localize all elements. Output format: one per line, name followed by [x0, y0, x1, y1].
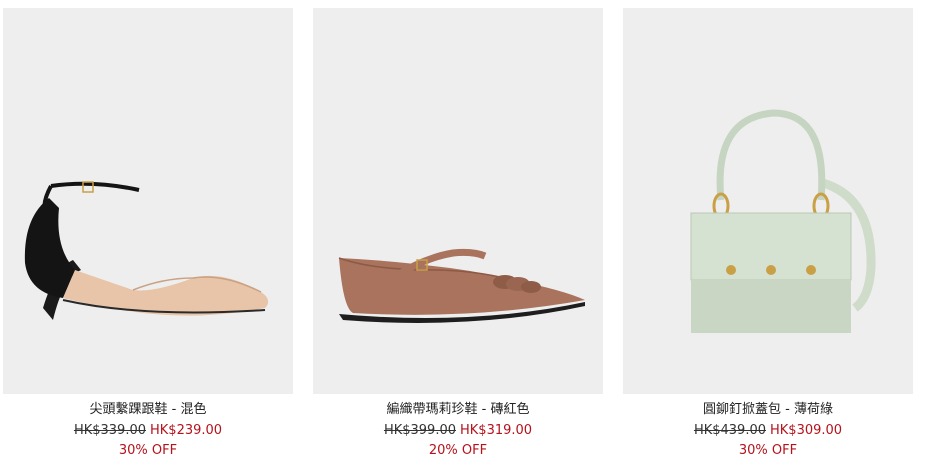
product-name[interactable]: 編織帶瑪莉珍鞋 - 磚紅色	[313, 400, 603, 421]
top-handle-bag-image	[690, 109, 876, 333]
product-card[interactable]: 編織帶瑪莉珍鞋 - 磚紅色 HK$399.00 HK$319.00 20% OFF	[313, 8, 603, 471]
sale-price: HK$319.00	[460, 422, 533, 438]
price-line: HK$399.00 HK$319.00	[313, 421, 603, 442]
ankle-strap-pump-image	[24, 181, 269, 320]
product-image[interactable]	[313, 8, 603, 394]
product-name[interactable]: 圓鉚釘掀蓋包 - 薄荷綠	[623, 400, 913, 421]
sale-price: HK$309.00	[770, 422, 843, 438]
original-price: HK$439.00	[693, 422, 766, 438]
product-image[interactable]	[623, 8, 913, 394]
sale-price: HK$239.00	[150, 422, 223, 438]
mary-jane-flat-image	[338, 248, 585, 323]
product-card[interactable]: 圓鉚釘掀蓋包 - 薄荷綠 HK$439.00 HK$309.00 30% OFF	[623, 8, 913, 471]
product-name[interactable]: 尖頭繫踝跟鞋 - 混色	[3, 400, 293, 421]
product-grid: 尖頭繫踝跟鞋 - 混色 HK$339.00HK$239.00 30% OFF	[0, 0, 928, 471]
original-price: HK$399.00	[383, 422, 456, 438]
price-line: HK$339.00 HK$239.00	[3, 421, 293, 442]
product-card[interactable]: 尖頭繫踝跟鞋 - 混色 HK$339.00 HK$239.00 30% OFF	[3, 8, 293, 471]
discount-badge: 20% OFF	[428, 443, 488, 458]
product-image[interactable]	[3, 8, 293, 394]
original-price: HK$339.00	[73, 422, 146, 438]
discount-badge: 30% OFF	[738, 443, 798, 458]
price-line: HK$439.00 HK$309.00	[623, 421, 913, 442]
discount-badge: 30% OFF	[118, 443, 178, 458]
